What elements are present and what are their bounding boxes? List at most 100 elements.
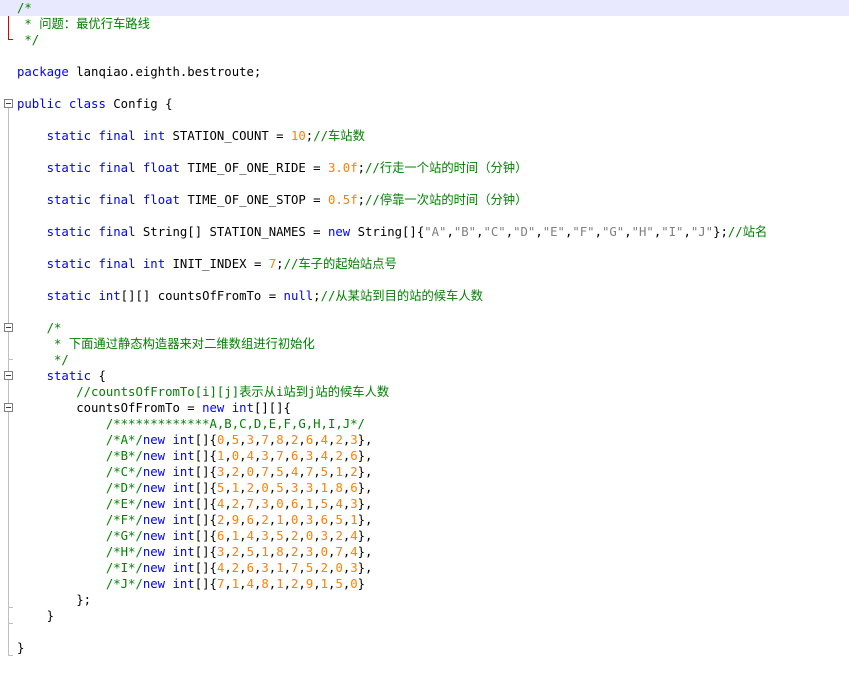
code-token: , (239, 433, 247, 447)
code-token: int (172, 577, 195, 591)
code-line[interactable]: countsOfFromTo = new int[][]{ (0, 400, 849, 416)
code-line-text: * 下面通过静态构造器来对二维数组进行初始化 (17, 336, 315, 352)
code-line[interactable] (0, 240, 849, 256)
code-line[interactable]: /*************A,B,C,D,E,F,G,H,I,J*/ (0, 416, 849, 432)
code-token: , (298, 561, 306, 575)
code-token: , (313, 545, 321, 559)
code-token: []{ (194, 449, 217, 463)
code-token: "F" (572, 225, 595, 239)
code-line[interactable]: }; (0, 592, 849, 608)
code-token: 1 (335, 465, 343, 479)
code-line[interactable]: static final int STATION_COUNT = 10;//车站… (0, 128, 849, 144)
code-token: int (172, 449, 195, 463)
code-token: /*************A,B,C,D,E,F,G,H,I,J*/ (105, 417, 365, 431)
code-token: , (683, 225, 691, 239)
code-token: ; (357, 161, 366, 175)
code-line[interactable] (0, 272, 849, 288)
code-token: , (224, 529, 232, 543)
code-line[interactable]: static int[][] countsOfFromTo = null;//从… (0, 288, 849, 304)
code-token: }, (357, 513, 373, 527)
code-line[interactable]: /*B*/new int[]{1,0,4,3,7,6,3,4,2,6}, (0, 448, 849, 464)
code-line[interactable]: /*F*/new int[]{2,9,6,2,1,0,3,6,5,1}, (0, 512, 849, 528)
code-token: int (172, 529, 195, 543)
code-token: 5 (335, 577, 343, 591)
code-line-text: /*E*/new int[]{4,2,7,3,0,6,1,5,4,3}, (17, 496, 373, 512)
code-line[interactable]: /*D*/new int[]{5,1,2,0,5,3,3,1,8,6}, (0, 480, 849, 496)
code-line[interactable] (0, 112, 849, 128)
code-token: 3 (350, 497, 358, 511)
code-line[interactable]: * 问题：最优行车路线 (0, 16, 849, 32)
code-token: , (446, 225, 454, 239)
code-token: */ (17, 33, 40, 47)
code-line[interactable]: } (0, 608, 849, 624)
code-line-text: static final int STATION_COUNT = 10;//车站… (17, 128, 365, 144)
code-line[interactable] (0, 48, 849, 64)
code-token: //停靠一次站的时间（分钟） (365, 193, 528, 207)
code-editor[interactable]: /* * 问题：最优行车路线 */ package lanqiao.eighth.… (0, 0, 849, 687)
code-token: package (17, 65, 69, 79)
code-token: , (594, 225, 602, 239)
code-line[interactable]: static final float TIME_OF_ONE_RIDE = 3.… (0, 160, 849, 176)
code-token: 2 (261, 513, 269, 527)
code-line[interactable]: static { (0, 368, 849, 384)
code-line[interactable]: /*A*/new int[]{0,5,3,7,8,2,6,4,2,3}, (0, 432, 849, 448)
code-token: "B" (453, 225, 477, 239)
code-line[interactable]: /*G*/new int[]{6,1,4,3,5,2,0,3,2,4}, (0, 528, 849, 544)
code-token: 6 (320, 513, 329, 527)
code-token: new (142, 433, 166, 447)
code-token: []{ (194, 497, 217, 511)
code-token: "E" (542, 225, 565, 239)
code-line[interactable]: /*C*/new int[]{3,2,0,7,5,4,7,5,1,2}, (0, 464, 849, 480)
code-token: 2 (320, 561, 329, 575)
code-token: 0 (261, 481, 269, 495)
code-line[interactable]: /* (0, 320, 849, 336)
code-token: /*A*/ (105, 433, 143, 447)
code-line[interactable]: package lanqiao.eighth.bestroute; (0, 64, 849, 80)
code-line[interactable]: /*I*/new int[]{4,2,6,3,1,7,5,2,0,3}, (0, 560, 849, 576)
code-token: 1 (350, 513, 358, 527)
code-line[interactable] (0, 176, 849, 192)
code-line[interactable] (0, 144, 849, 160)
code-line[interactable]: /*H*/new int[]{3,2,5,1,8,2,3,0,7,4}, (0, 544, 849, 560)
code-line[interactable] (0, 624, 849, 640)
code-line[interactable]: static final float TIME_OF_ONE_STOP = 0.… (0, 192, 849, 208)
code-token: , (239, 513, 247, 527)
code-token: , (313, 513, 321, 527)
code-line[interactable]: } (0, 640, 849, 656)
code-line[interactable]: */ (0, 32, 849, 48)
code-token: , (239, 481, 247, 495)
code-token: , (298, 481, 306, 495)
code-line[interactable]: static final int INIT_INDEX = 7;//车子的起始站… (0, 256, 849, 272)
code-token: //车站数 (313, 129, 365, 143)
code-line[interactable]: /* (0, 0, 849, 16)
code-token: //站名 (727, 225, 768, 239)
code-line-text: }; (17, 592, 91, 608)
code-line[interactable] (0, 80, 849, 96)
code-token: float (142, 193, 180, 207)
code-line[interactable]: static final String[] STATION_NAMES = ne… (0, 224, 849, 240)
code-token: , (298, 577, 306, 591)
code-line[interactable]: public class Config { (0, 96, 849, 112)
code-token: 3 (261, 561, 269, 575)
code-line[interactable]: //countsOfFromTo[i][j]表示从i站到j站的候车人数 (0, 384, 849, 400)
code-line[interactable]: */ (0, 352, 849, 368)
code-line[interactable] (0, 208, 849, 224)
code-token: 3 (261, 449, 269, 463)
code-line[interactable] (0, 304, 849, 320)
code-line-text: */ (17, 32, 39, 48)
code-token: }, (357, 433, 373, 447)
code-line[interactable]: /*J*/new int[]{7,1,4,8,1,2,9,1,5,0} (0, 576, 849, 592)
code-token: , (283, 561, 291, 575)
code-line[interactable]: * 下面通过静态构造器来对二维数组进行初始化 (0, 336, 849, 352)
code-line-text: /*J*/new int[]{7,1,4,8,1,2,9,1,5,0} (17, 576, 365, 592)
code-line[interactable]: /*E*/new int[]{4,2,7,3,0,6,1,5,4,3}, (0, 496, 849, 512)
